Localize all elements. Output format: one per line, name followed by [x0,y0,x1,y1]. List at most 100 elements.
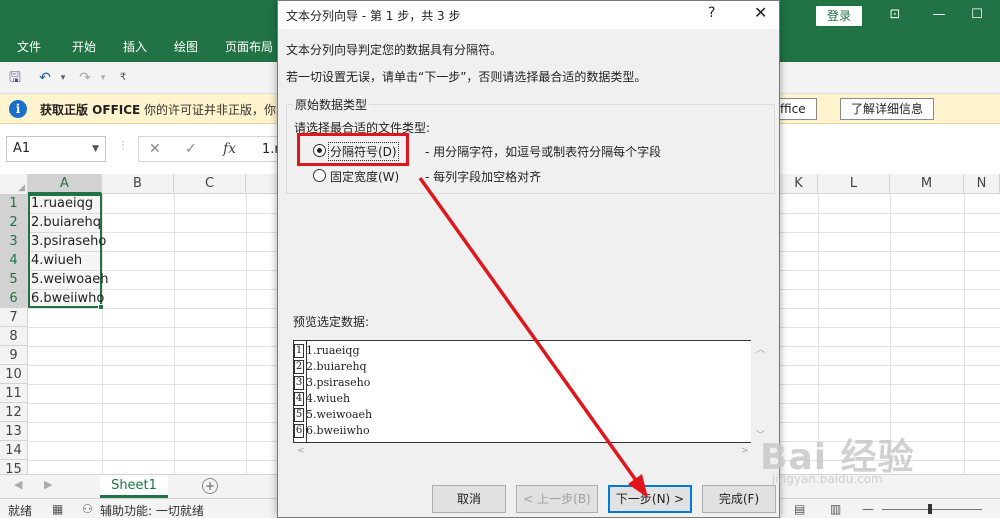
redo-dropdown-icon[interactable]: ▾ [94,69,112,87]
minimize-icon[interactable]: — [924,4,954,26]
close-icon[interactable]: ✕ [754,3,767,22]
zoom-slider-thumb[interactable] [928,504,932,514]
preview-row: 3 3.psiraseho [294,376,371,390]
column-header-b[interactable]: B [102,174,174,194]
add-sheet-icon[interactable]: + [202,478,218,494]
dialog-title: 文本分列向导 - 第 1 步，共 3 步 [286,9,461,23]
column-header-n[interactable]: N [964,174,1000,194]
macro-record-icon[interactable]: ▦ [52,502,63,516]
row-header[interactable]: 11 [0,384,28,403]
gridline [174,194,175,474]
column-header-a[interactable]: A [28,174,102,194]
radio-fixed-width[interactable]: 固定宽度(W) - 每列字段加空格对齐 [313,167,773,185]
preview-row: 6 6.bweiiwho [294,424,370,438]
dialog-description: 文本分列向导判定您的数据具有分隔符。 [286,43,503,57]
preview-row: 4 4.wiueh [294,392,351,406]
name-box[interactable]: A1 ▼ [6,136,106,162]
row-header[interactable]: 5 [0,270,28,289]
cell-a3[interactable]: 3.psiraseho [31,232,106,251]
back-button[interactable]: < 上一步(B) [516,485,598,513]
tab-file[interactable]: 文件 [17,32,41,62]
infobar-text: 你的许可证并非正版，你 [144,103,277,117]
radio-fixed-width-label[interactable]: 固定宽度(W) [330,168,399,185]
row-header[interactable]: 7 [0,308,28,327]
next-button[interactable]: 下一步(N) > [608,485,692,513]
customize-qat-icon[interactable]: ₹ [114,69,132,87]
watermark-sub: jingyan.baidu.com [772,472,883,486]
maximize-icon[interactable]: ☐ [962,4,992,26]
page-layout-view-icon[interactable]: ▤ [794,502,805,516]
fill-handle[interactable] [98,304,104,310]
row-header[interactable]: 10 [0,365,28,384]
preview-row: 1 1.ruaeiqg [294,344,360,358]
cell-a5[interactable]: 5.weiwoaeh [31,270,108,289]
redo-icon[interactable]: ↷ [76,69,94,87]
group-label: 原始数据类型 [293,96,370,113]
scroll-left-icon[interactable]: < [297,446,305,456]
cell-a2[interactable]: 2.buiarehq [31,213,101,232]
ribbon-display-icon[interactable]: ⊡ [880,4,910,26]
row-header[interactable]: 8 [0,327,28,346]
tab-draw[interactable]: 绘图 [174,32,198,62]
scroll-right-icon[interactable]: > [741,446,749,456]
undo-icon[interactable]: ↶ [36,69,54,87]
info-icon: i [9,100,27,118]
zoom-slider[interactable] [882,509,982,510]
column-header-l[interactable]: L [818,174,890,194]
select-all-corner[interactable]: ◢ [0,174,28,194]
help-icon[interactable]: ? [708,5,715,21]
row-header[interactable]: 13 [0,422,28,441]
scroll-up-icon[interactable]: ︿ [756,342,765,355]
status-accessibility[interactable]: 辅助功能: 一切就绪 [100,502,204,518]
page-break-view-icon[interactable]: ▥ [830,502,841,516]
save-icon[interactable]: 🖫 [6,69,24,87]
cancel-button[interactable]: 取消 [432,485,506,513]
chevron-down-icon[interactable]: ▼ [92,137,99,161]
radio-fixed-width-button[interactable] [313,169,326,182]
enter-icon[interactable]: ✓ [185,141,197,157]
row-header[interactable]: 2 [0,213,28,232]
row-header[interactable]: 4 [0,251,28,270]
radio-fixed-width-description: - 每列字段加空格对齐 [425,170,542,184]
row-header[interactable]: 3 [0,232,28,251]
dialog-titlebar: 文本分列向导 - 第 1 步，共 3 步 ? ✕ [278,1,779,29]
dialog-instruction: 若一切设置无误，请单击“下一步”，否则请选择最合适的数据类型。 [286,70,647,84]
row-header[interactable]: 9 [0,346,28,365]
learn-more-button[interactable]: 了解详细信息 [840,98,935,120]
preview-horizontal-scrollbar[interactable]: < > [293,443,753,460]
finish-button[interactable]: 完成(F) [702,485,776,513]
undo-dropdown-icon[interactable]: ▾ [54,69,72,87]
sheet-tab-sheet1[interactable]: Sheet1 [100,475,168,498]
cell-a1[interactable]: 1.ruaeiqg [31,194,93,213]
gridline [964,194,965,474]
prev-sheet-icon[interactable]: ◀ [14,478,22,491]
column-header-m[interactable]: M [890,174,964,194]
tab-insert[interactable]: 插入 [123,32,147,62]
accessibility-icon[interactable]: ⚇ [82,502,93,516]
row-header[interactable]: 1 [0,194,28,213]
zoom-out-icon[interactable]: — [862,502,874,516]
column-header-k[interactable]: K [780,174,818,194]
preview-box[interactable]: 1 1.ruaeiqg 2 2.buiarehq 3 3.psiraseho 4 4.w… [293,340,753,443]
resize-handle-icon[interactable]: ⋮ [118,140,128,151]
tab-page-layout[interactable]: 页面布局 [225,32,273,62]
next-sheet-icon[interactable]: ▶ [44,478,52,491]
row-header[interactable]: 14 [0,441,28,460]
row-header[interactable]: 6 [0,289,28,308]
preview-label: 预览选定数据: [293,315,370,329]
name-box-value: A1 [13,141,31,156]
insert-function-icon[interactable]: fx [223,141,236,157]
column-header-c[interactable]: C [174,174,246,194]
login-button[interactable]: 登录 [816,6,862,26]
infobar-title: 获取正版 OFFICE [40,103,141,117]
cell-a4[interactable]: 4.wiueh [31,251,82,270]
cancel-icon[interactable]: ✕ [149,141,161,157]
tab-home[interactable]: 开始 [72,32,96,62]
gridline [246,194,247,474]
highlight-box [297,133,409,166]
status-ready: 就绪 [8,504,33,518]
baidu-watermark: Bai 经验 jingyan.baidu.com [760,428,915,486]
cell-a6[interactable]: 6.bweiiwho [31,289,104,308]
row-header[interactable]: 12 [0,403,28,422]
radio-delimited-description: - 用分隔字符，如逗号或制表符分隔每个字段 [425,145,662,159]
